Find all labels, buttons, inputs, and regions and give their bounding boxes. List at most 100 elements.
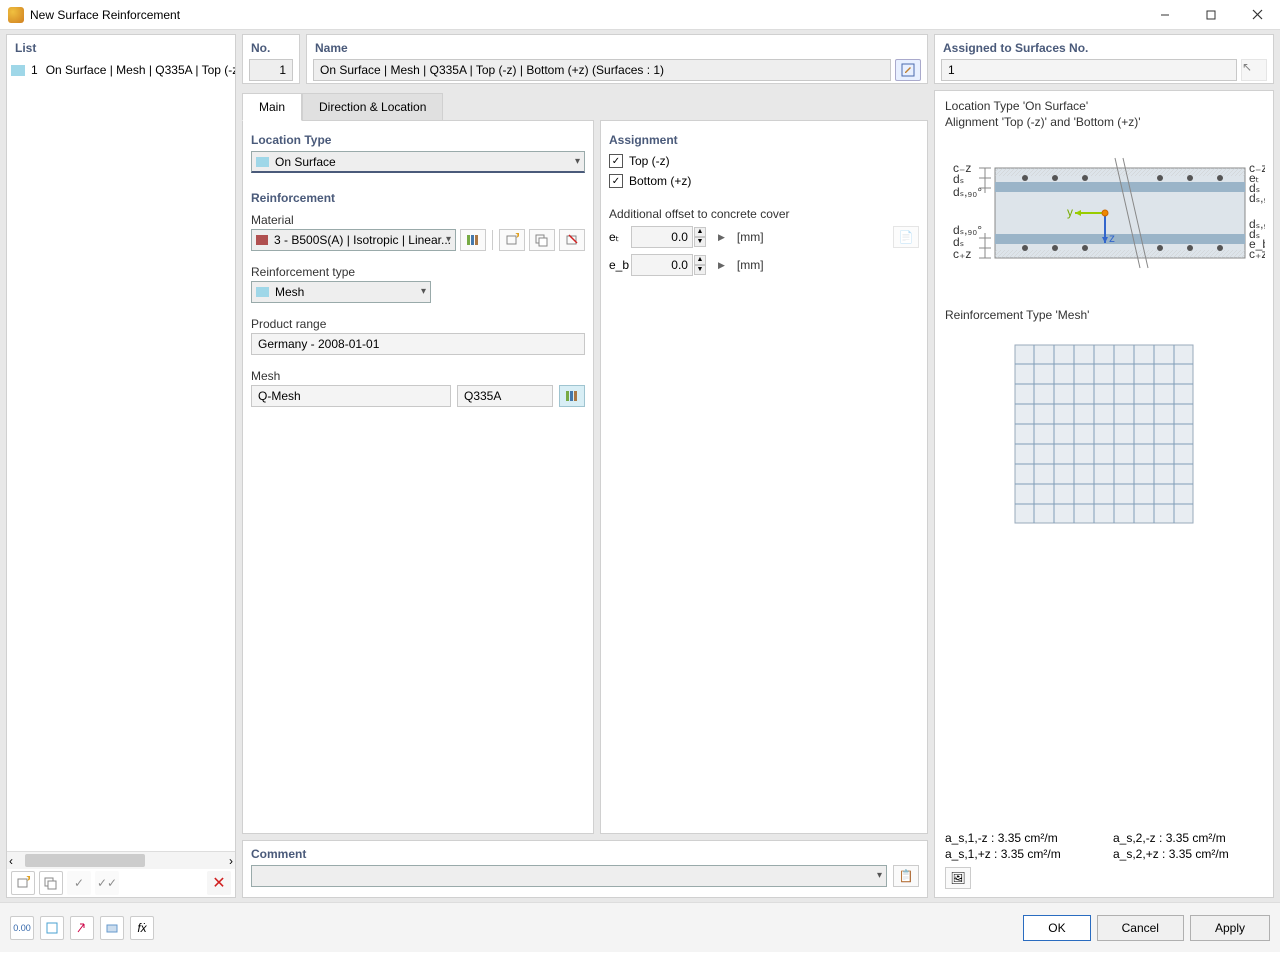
- eb-input[interactable]: [631, 254, 693, 276]
- horizontal-scrollbar[interactable]: ‹ ›: [7, 851, 235, 869]
- fx-button-1[interactable]: [100, 916, 124, 940]
- list-item[interactable]: 1 On Surface | Mesh | Q335A | Top (-z) |: [7, 61, 235, 79]
- et-spin-up[interactable]: ▲: [694, 227, 706, 237]
- minimize-button[interactable]: [1142, 0, 1188, 30]
- svg-text:★: ★: [514, 233, 519, 241]
- list-header: List: [7, 35, 235, 59]
- reinf-type-combo[interactable]: Mesh ▾: [251, 281, 431, 303]
- play-icon[interactable]: ▶: [718, 232, 725, 243]
- eb-unit: [mm]: [737, 258, 764, 272]
- location-type-combo[interactable]: On Surface ▾: [251, 151, 585, 173]
- main-right-column: Assignment ✓ Top (-z) ✓ Bottom (+z) Addi…: [600, 120, 928, 834]
- delete-button[interactable]: ✕: [207, 871, 231, 895]
- svg-text:dₛ,₉₀°: dₛ,₉₀°: [953, 185, 982, 199]
- number-panel: No. 1: [242, 34, 300, 84]
- reinf-type-color-icon: [256, 287, 269, 297]
- material-label: Material: [251, 209, 585, 229]
- svg-text:z: z: [1109, 231, 1115, 245]
- mesh-diagram: [1014, 344, 1194, 524]
- chevron-down-icon: ▾: [575, 156, 580, 167]
- comment-combo[interactable]: ▾: [251, 865, 887, 887]
- units-button[interactable]: 0.00: [10, 916, 34, 940]
- view-mode-button[interactable]: [40, 916, 64, 940]
- cancel-button[interactable]: Cancel: [1097, 915, 1184, 941]
- assigned-panel: Assigned to Surfaces No. 1 ↖: [934, 34, 1274, 84]
- mesh-product-field[interactable]: Q335A: [457, 385, 553, 407]
- scroll-right-icon[interactable]: ›: [229, 854, 233, 868]
- material-library-button[interactable]: [460, 229, 486, 251]
- edit-name-button[interactable]: [895, 59, 921, 81]
- name-panel: Name On Surface | Mesh | Q335A | Top (-z…: [306, 34, 928, 84]
- title-bar: New Surface Reinforcement: [0, 0, 1280, 30]
- list-item-color-icon: [11, 65, 25, 76]
- result-values: a_s,1,-z : 3.35 cm²/ma_s,2,-z : 3.35 cm²…: [945, 831, 1263, 861]
- eb-label: e_b: [609, 258, 623, 272]
- fx-button-2[interactable]: fẋ: [130, 916, 154, 940]
- list-item-text: On Surface | Mesh | Q335A | Top (-z) |: [46, 63, 235, 77]
- name-field[interactable]: On Surface | Mesh | Q335A | Top (-z) | B…: [313, 59, 891, 81]
- eb-spin-down[interactable]: ▼: [694, 265, 706, 275]
- et-input[interactable]: [631, 226, 693, 248]
- list-panel: List 1 On Surface | Mesh | Q335A | Top (…: [6, 34, 236, 898]
- tab-bar: Main Direction & Location: [242, 90, 928, 120]
- window-title: New Surface Reinforcement: [30, 8, 1142, 22]
- preview-settings-button[interactable]: 🖼: [945, 867, 971, 889]
- mesh-type-field[interactable]: Q-Mesh: [251, 385, 451, 407]
- comment-panel: Comment ▾ 📋: [242, 840, 928, 898]
- mesh-library-button[interactable]: [559, 385, 585, 407]
- no-field[interactable]: 1: [249, 59, 293, 81]
- svg-text:c₊z: c₊z: [1249, 247, 1265, 261]
- preview-caption-1: Location Type 'On Surface': [945, 99, 1263, 115]
- svg-text:y: y: [1067, 205, 1073, 219]
- offset-label: Additional offset to concrete cover: [609, 203, 919, 223]
- checkbox-checked-icon: ✓: [609, 174, 623, 188]
- material-copy-button[interactable]: [529, 229, 555, 251]
- comment-pick-button[interactable]: 📋: [893, 865, 919, 887]
- reinf-type-label: Reinforcement type: [251, 261, 585, 281]
- svg-text:dₛ,₉₀°: dₛ,₉₀°: [1249, 191, 1265, 205]
- location-type-color-icon: [256, 157, 269, 167]
- material-color-icon: [256, 235, 268, 245]
- assignment-label: Assignment: [609, 127, 919, 151]
- comment-label: Comment: [243, 841, 927, 865]
- app-icon: [8, 7, 24, 23]
- ok-button[interactable]: OK: [1023, 915, 1090, 941]
- svg-text:c₊z: c₊z: [953, 247, 971, 261]
- chevron-down-icon: ▾: [446, 234, 451, 245]
- material-delete-button[interactable]: [559, 229, 585, 251]
- scroll-left-icon[interactable]: ‹: [9, 854, 13, 868]
- pick-surfaces-button[interactable]: ↖: [1241, 59, 1267, 81]
- location-type-label: Location Type: [251, 127, 585, 151]
- check-button: ✓: [67, 871, 91, 895]
- tab-main[interactable]: Main: [242, 93, 302, 121]
- main-left-column: Location Type On Surface ▾ Reinforcement…: [242, 120, 594, 834]
- apply-button[interactable]: Apply: [1190, 915, 1270, 941]
- scrollbar-thumb[interactable]: [25, 854, 145, 867]
- product-range-label: Product range: [251, 313, 585, 333]
- calendar-like-button[interactable]: 📄: [893, 226, 919, 248]
- svg-text:dₛ: dₛ: [953, 172, 964, 186]
- preview-caption-3: Reinforcement Type 'Mesh': [945, 308, 1263, 324]
- preview-caption-2: Alignment 'Top (-z)' and 'Bottom (+z)': [945, 115, 1263, 131]
- et-spin-down[interactable]: ▼: [694, 237, 706, 247]
- et-label: eₜ: [609, 230, 623, 244]
- checkbox-checked-icon: ✓: [609, 154, 623, 168]
- eb-spin-up[interactable]: ▲: [694, 255, 706, 265]
- arrow-tool-button[interactable]: [70, 916, 94, 940]
- maximize-button[interactable]: [1188, 0, 1234, 30]
- chevron-down-icon: ▾: [877, 870, 882, 881]
- bottom-toolbar: 0.00 fẋ OK Cancel Apply: [0, 902, 1280, 952]
- new-item-button[interactable]: ★: [11, 871, 35, 895]
- product-range-field[interactable]: Germany - 2008-01-01: [251, 333, 585, 355]
- material-combo[interactable]: 3 - B500S(A) | Isotropic | Linear... ▾: [251, 229, 456, 251]
- top-checkbox-row[interactable]: ✓ Top (-z): [609, 151, 919, 171]
- reinforcement-label: Reinforcement: [251, 185, 585, 209]
- chevron-down-icon: ▾: [421, 286, 426, 297]
- assigned-field[interactable]: 1: [941, 59, 1237, 81]
- material-new-button[interactable]: ★: [499, 229, 525, 251]
- bottom-checkbox-row[interactable]: ✓ Bottom (+z): [609, 171, 919, 191]
- play-icon[interactable]: ▶: [718, 260, 725, 271]
- tab-direction-location[interactable]: Direction & Location: [302, 93, 443, 120]
- close-button[interactable]: [1234, 0, 1280, 30]
- copy-item-button[interactable]: [39, 871, 63, 895]
